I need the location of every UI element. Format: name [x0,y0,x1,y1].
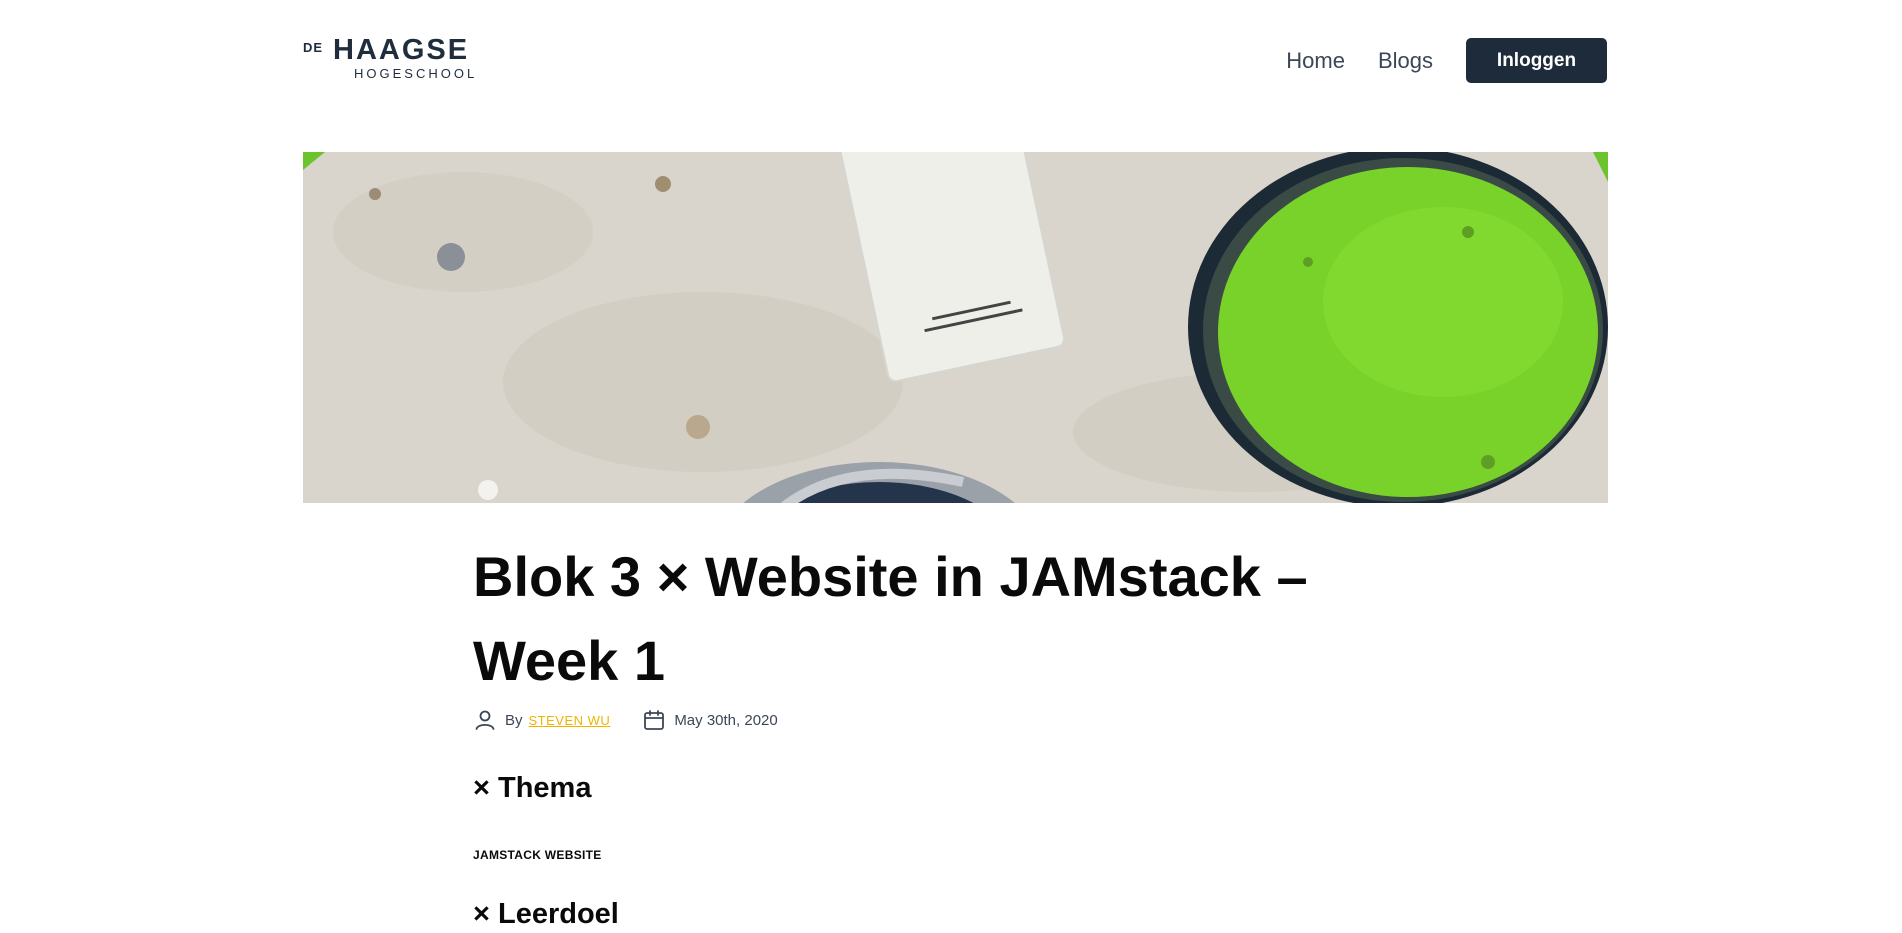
post-author: By STEVEN WU [473,708,610,732]
login-button[interactable]: Inloggen [1466,38,1607,83]
site-header: DE HAAGSE HOGESCHOOL Home Blogs Inloggen [303,30,1607,90]
post-title: Blok 3 × Website in JAMstack – Week 1 [473,545,1308,692]
post-date: May 30th, 2020 [642,708,778,732]
user-icon [475,710,495,730]
logo-subtitle: HOGESCHOOL [354,66,478,81]
thema-label: JAMSTACK WEBSITE [473,848,602,862]
nav-blogs-link[interactable]: Blogs [1378,48,1433,74]
main-nav: Home Blogs Inloggen [1286,38,1607,83]
post-date-text: May 30th, 2020 [674,711,778,729]
logo-name: HAAGSE [333,34,470,66]
calendar-icon [644,710,665,730]
section-heading-leerdoel: × Leerdoel [473,898,619,930]
nav-home-link[interactable]: Home [1286,48,1345,74]
paint-cans-illustration [303,152,1608,503]
hero-image [303,152,1608,503]
author-link[interactable]: STEVEN WU [529,713,611,728]
author-prefix: By [505,711,523,729]
logo-prefix: DE [303,40,324,55]
post-meta: By STEVEN WU May 30th, 2020 [473,708,1373,732]
post-content: Blok 3 × Website in JAMstack – Week 1 By… [473,535,1373,930]
section-heading-thema: × Thema [473,772,592,804]
logo[interactable]: DE HAAGSE HOGESCHOOL [303,36,483,82]
